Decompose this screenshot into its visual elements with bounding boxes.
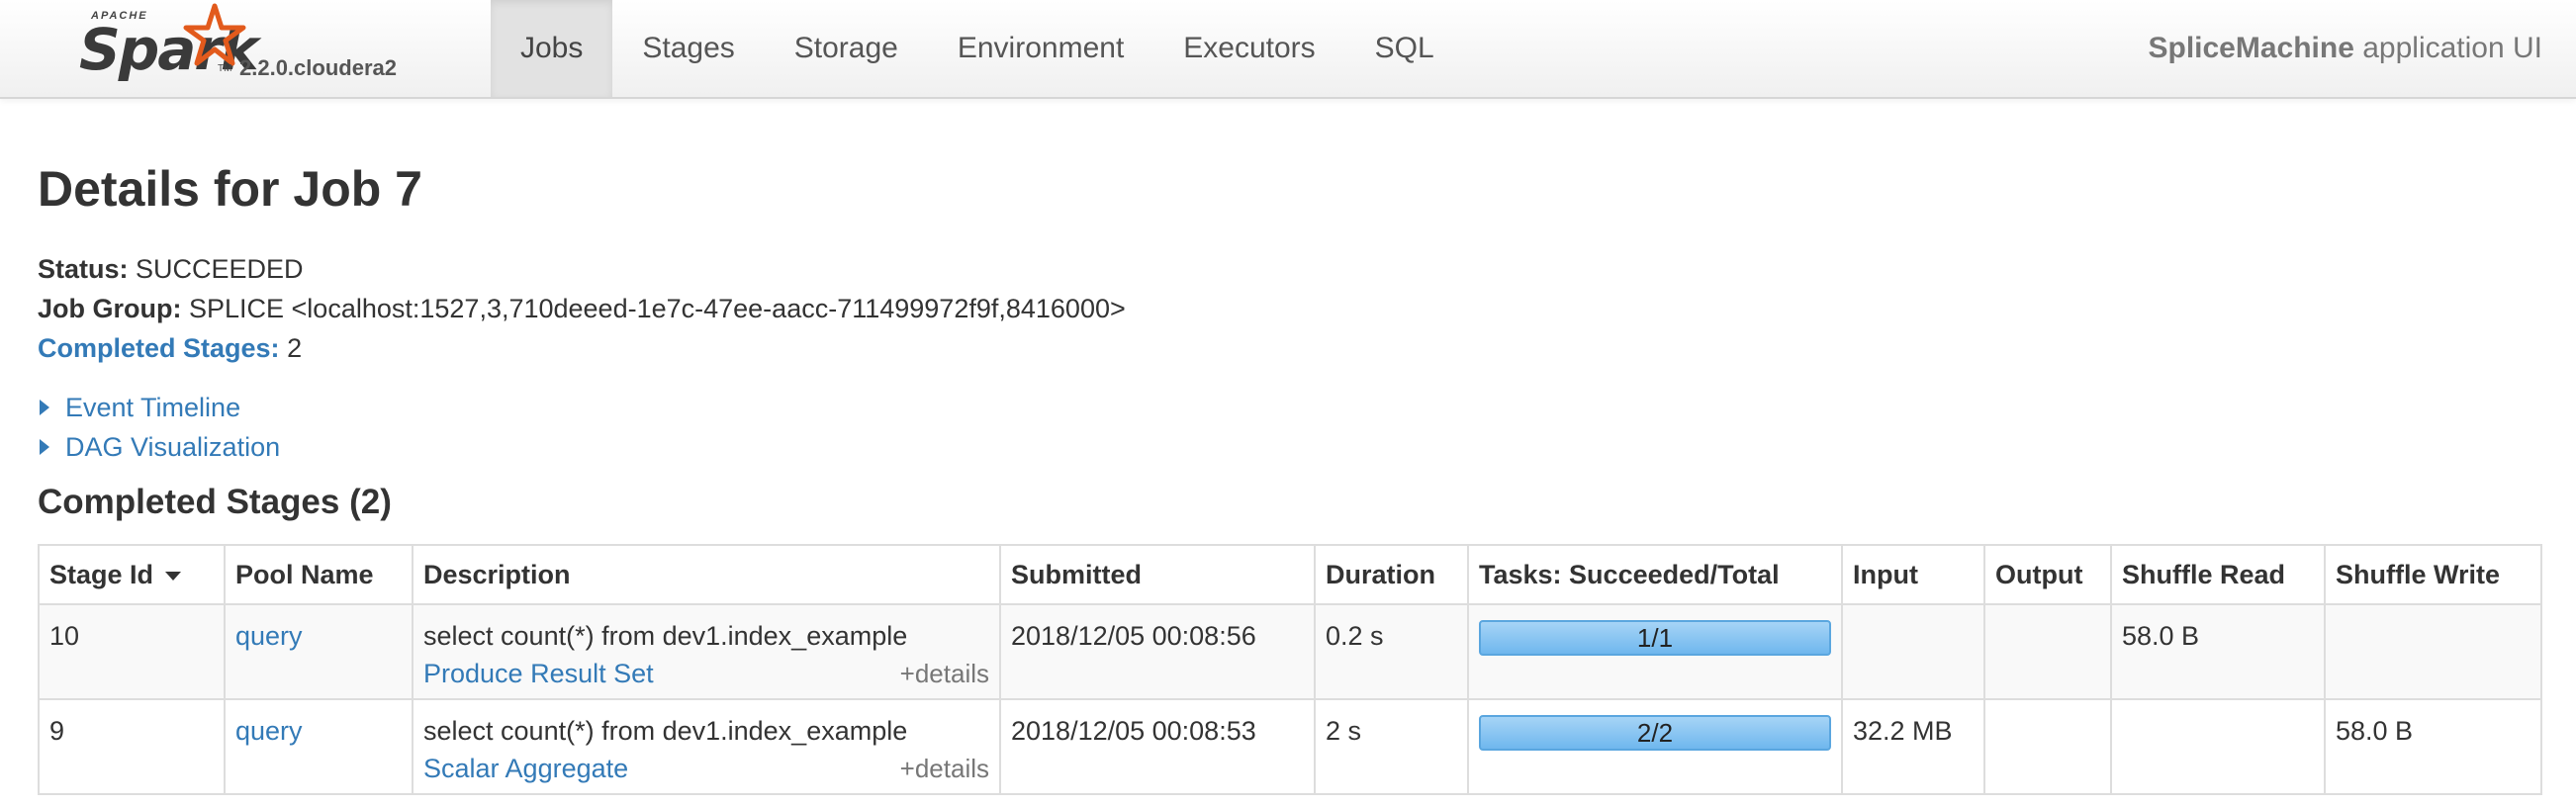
job-group-label: Job Group:: [38, 294, 182, 323]
job-group-line: Job Group: SPLICE <localhost:1527,3,710d…: [38, 289, 1126, 328]
tab-environment[interactable]: Environment: [928, 0, 1153, 97]
stage-description-link[interactable]: Produce Result Set: [423, 655, 654, 692]
visualization-toggles: Event Timeline DAG Visualization: [38, 388, 280, 467]
cell-shuffle-read: [2110, 698, 2326, 795]
cell-input: [1841, 603, 1985, 700]
stage-description-link[interactable]: Scalar Aggregate: [423, 750, 628, 787]
header-pool-name[interactable]: Pool Name: [224, 544, 414, 605]
cell-shuffle-write: 58.0 B: [2324, 698, 2542, 795]
table-row: 10 query select count(*) from dev1.index…: [38, 603, 2542, 700]
header-submitted[interactable]: Submitted: [999, 544, 1316, 605]
pool-name-link[interactable]: query: [235, 621, 303, 651]
header-description[interactable]: Description: [412, 544, 1001, 605]
event-timeline-label: Event Timeline: [65, 393, 241, 422]
cell-tasks: 2/2: [1467, 698, 1843, 795]
application-name: SpliceMachine: [2148, 32, 2354, 64]
header-shuffle-write[interactable]: Shuffle Write: [2324, 544, 2542, 605]
completed-stages-link[interactable]: Completed Stages:: [38, 333, 280, 363]
expand-details-link[interactable]: +details: [900, 750, 989, 787]
header-shuffle-read[interactable]: Shuffle Read: [2110, 544, 2326, 605]
tab-sql[interactable]: SQL: [1345, 0, 1464, 97]
dag-visualization-toggle[interactable]: DAG Visualization: [38, 427, 280, 467]
cell-description: select count(*) from dev1.index_example …: [412, 698, 1001, 795]
cell-input: 32.2 MB: [1841, 698, 1985, 795]
cell-pool-name: query: [224, 698, 414, 795]
completed-stages-heading[interactable]: Completed Stages (2): [38, 483, 392, 522]
job-group-value: SPLICE <localhost:1527,3,710deeed-1e7c-4…: [189, 294, 1126, 323]
triangle-right-icon: [40, 439, 49, 455]
cell-shuffle-read: 58.0 B: [2110, 603, 2326, 700]
status-line: Status: SUCCEEDED: [38, 249, 1126, 289]
cell-tasks: 1/1: [1467, 603, 1843, 700]
completed-stages-table: Stage Id Pool Name Description Submitted…: [38, 544, 2542, 795]
tab-executors[interactable]: Executors: [1153, 0, 1344, 97]
caret-down-icon: [165, 572, 182, 582]
cell-description: select count(*) from dev1.index_example …: [412, 603, 1001, 700]
tab-jobs[interactable]: Jobs: [491, 0, 613, 97]
cell-shuffle-write: [2324, 603, 2542, 700]
tasks-progress-bar: 1/1: [1479, 620, 1831, 656]
cell-submitted: 2018/12/05 00:08:56: [999, 603, 1316, 700]
completed-stages-count: 2: [287, 333, 303, 363]
description-links: Produce Result Set +details: [423, 655, 989, 692]
description-text: select count(*) from dev1.index_example: [423, 621, 908, 651]
description-text: select count(*) from dev1.index_example: [423, 716, 908, 746]
completed-stages-line: Completed Stages: 2: [38, 328, 1126, 368]
header-tasks[interactable]: Tasks: Succeeded/Total: [1467, 544, 1843, 605]
header-stage-id-label: Stage Id: [49, 560, 154, 589]
triangle-right-icon: [40, 400, 49, 415]
header-input[interactable]: Input: [1841, 544, 1985, 605]
cell-stage-id: 10: [38, 603, 226, 700]
cell-pool-name: query: [224, 603, 414, 700]
spark-version: 2.2.0.cloudera2: [239, 55, 397, 80]
page-title: Details for Job 7: [38, 161, 422, 217]
tasks-progress-label: 1/1: [1636, 623, 1674, 653]
application-title-suffix: application UI: [2353, 32, 2542, 64]
status-value: SUCCEEDED: [136, 254, 304, 284]
job-summary: Status: SUCCEEDED Job Group: SPLICE <loc…: [38, 249, 1126, 368]
header-stage-id[interactable]: Stage Id: [38, 544, 226, 605]
description-links: Scalar Aggregate +details: [423, 750, 989, 787]
cell-output: [1983, 698, 2112, 795]
table-row: 9 query select count(*) from dev1.index_…: [38, 698, 2542, 795]
event-timeline-toggle[interactable]: Event Timeline: [38, 388, 280, 427]
spark-logo[interactable]: APACHE Spark TM 2.2.0.cloudera2: [73, 0, 429, 97]
pool-name-link[interactable]: query: [235, 716, 303, 746]
status-label: Status:: [38, 254, 129, 284]
cell-duration: 2 s: [1314, 698, 1469, 795]
cell-duration: 0.2 s: [1314, 603, 1469, 700]
table-header-row: Stage Id Pool Name Description Submitted…: [38, 544, 2542, 605]
cell-output: [1983, 603, 2112, 700]
expand-details-link[interactable]: +details: [900, 655, 989, 692]
navbar: APACHE Spark TM 2.2.0.cloudera2 Jobs Sta…: [0, 0, 2576, 99]
application-title: SpliceMachine application UI: [2148, 0, 2542, 97]
tab-storage[interactable]: Storage: [765, 0, 928, 97]
trademark-mark: TM: [218, 63, 232, 74]
main-nav-tabs: Jobs Stages Storage Environment Executor…: [491, 0, 1464, 97]
header-duration[interactable]: Duration: [1314, 544, 1469, 605]
cell-submitted: 2018/12/05 00:08:53: [999, 698, 1316, 795]
tasks-progress-label: 2/2: [1636, 718, 1674, 748]
header-output[interactable]: Output: [1983, 544, 2112, 605]
cell-stage-id: 9: [38, 698, 226, 795]
dag-visualization-label: DAG Visualization: [65, 432, 281, 462]
tasks-progress-bar: 2/2: [1479, 715, 1831, 751]
tab-stages[interactable]: Stages: [612, 0, 764, 97]
